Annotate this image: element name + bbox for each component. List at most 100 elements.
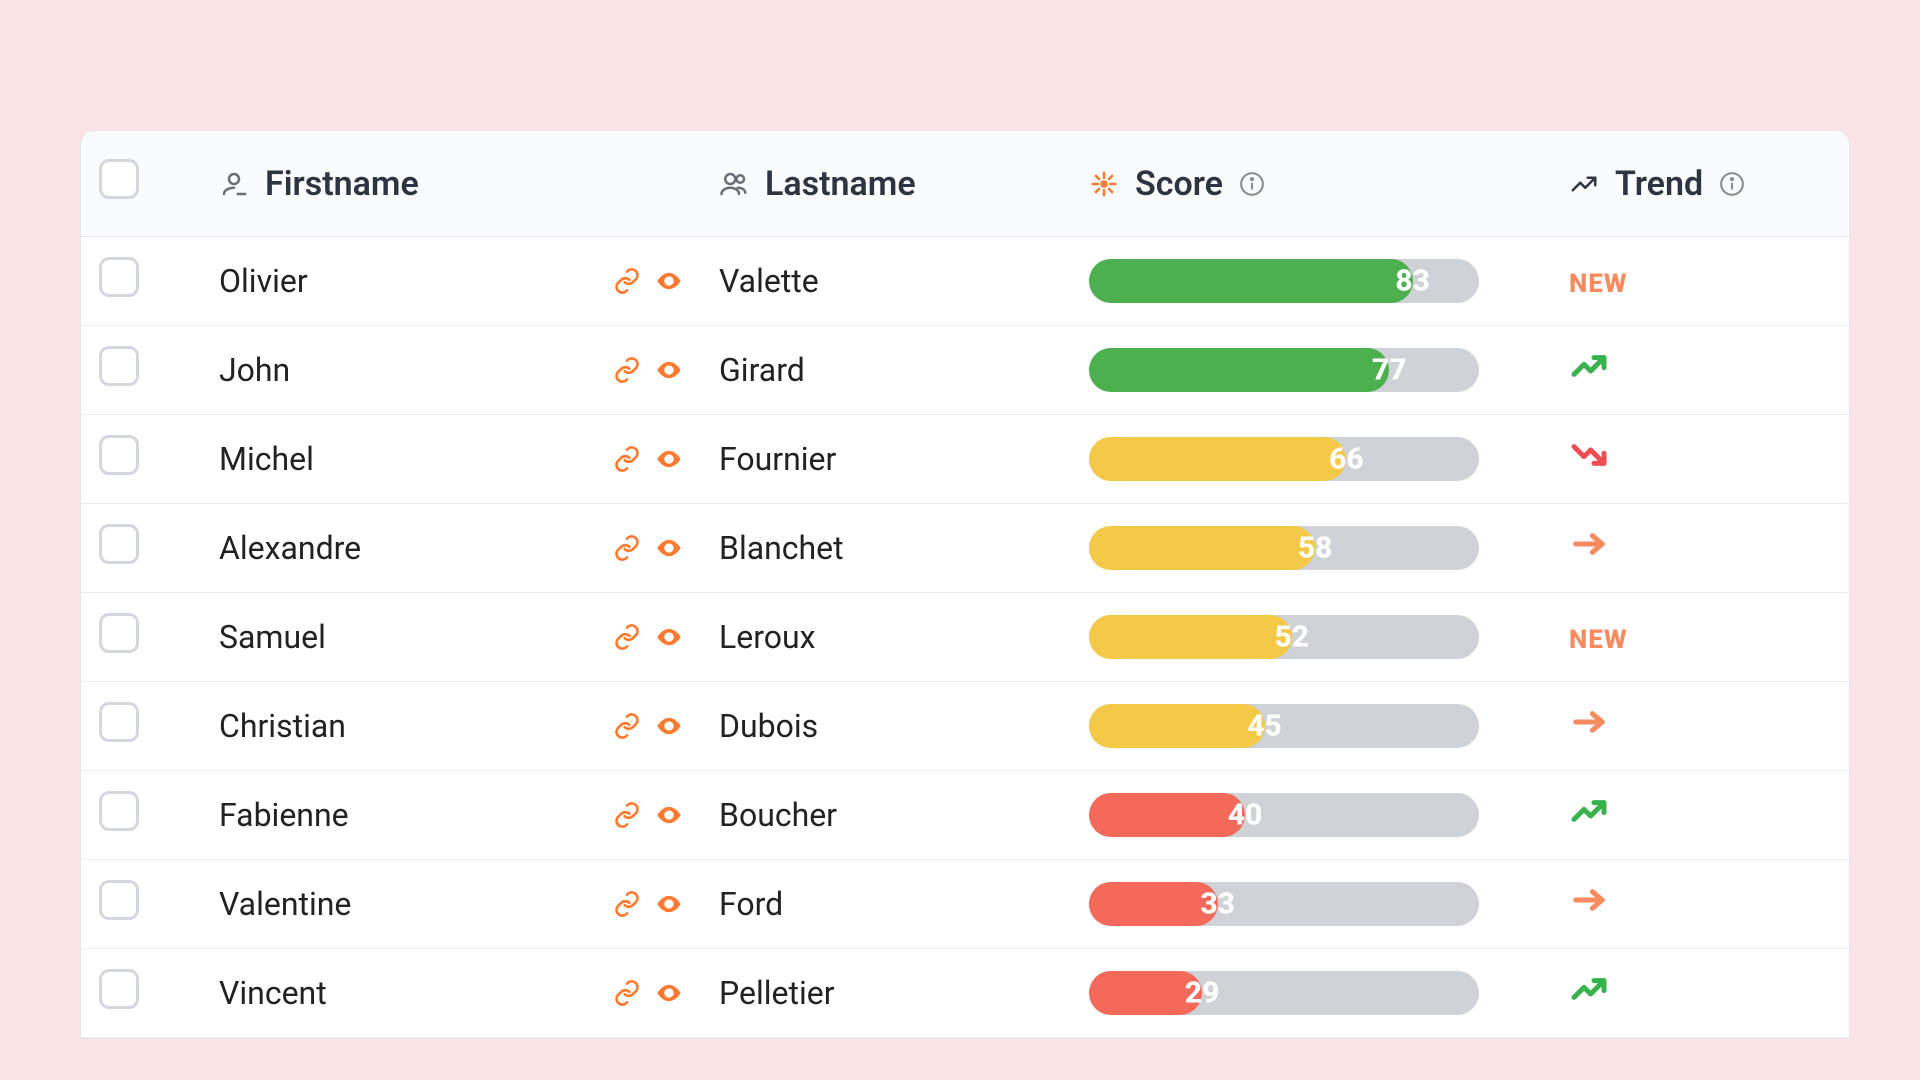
eye-icon[interactable] <box>655 356 683 384</box>
score-value: 29 <box>1185 976 1220 1011</box>
link-icon[interactable] <box>613 356 641 384</box>
score-value: 77 <box>1372 353 1407 388</box>
score-value: 58 <box>1298 531 1333 566</box>
person-icon <box>219 169 249 199</box>
score-value: 83 <box>1395 264 1430 299</box>
col-firstname-label: Firstname <box>265 164 419 204</box>
score-bar: 29 <box>1089 971 1479 1015</box>
lastname-value: Fournier <box>719 440 836 478</box>
table-row[interactable]: Fabienne Boucher 40 <box>81 771 1850 860</box>
trend-flat-icon <box>1569 524 1609 564</box>
score-value: 66 <box>1329 442 1364 477</box>
col-score[interactable]: Score <box>1071 131 1551 237</box>
row-checkbox[interactable] <box>99 969 139 1009</box>
lastname-value: Boucher <box>719 796 837 834</box>
trend-icon <box>1569 169 1599 199</box>
col-score-label: Score <box>1135 164 1223 204</box>
link-icon[interactable] <box>613 534 641 562</box>
trend-down-icon <box>1569 435 1609 475</box>
col-trend-label: Trend <box>1615 164 1703 204</box>
score-value: 40 <box>1228 798 1263 833</box>
trend-up-icon <box>1569 791 1609 831</box>
trend-up-icon <box>1569 346 1609 386</box>
score-bar: 40 <box>1089 793 1479 837</box>
trend-new-badge: NEW <box>1569 269 1628 299</box>
link-icon[interactable] <box>613 623 641 651</box>
table-row[interactable]: Michel Fournier 66 <box>81 415 1850 504</box>
row-checkbox[interactable] <box>99 791 139 831</box>
eye-icon[interactable] <box>655 890 683 918</box>
eye-icon[interactable] <box>655 623 683 651</box>
firstname-value: Samuel <box>219 618 613 656</box>
target-icon <box>1089 169 1119 199</box>
firstname-value: Alexandre <box>219 529 613 567</box>
data-table: Firstname Lastname <box>81 131 1850 1038</box>
lastname-value: Leroux <box>719 618 816 656</box>
lastname-value: Girard <box>719 351 805 389</box>
score-bar: 83 <box>1089 259 1479 303</box>
select-all-checkbox[interactable] <box>99 159 139 199</box>
table-row[interactable]: Valentine Ford 33 <box>81 860 1850 949</box>
table-row[interactable]: Christian Dubois 45 <box>81 682 1850 771</box>
firstname-value: Vincent <box>219 974 613 1012</box>
score-value: 52 <box>1274 620 1309 655</box>
eye-icon[interactable] <box>655 445 683 473</box>
score-bar: 52 <box>1089 615 1479 659</box>
data-table-card: Firstname Lastname <box>80 130 1850 1039</box>
link-icon[interactable] <box>613 979 641 1007</box>
people-icon <box>719 169 749 199</box>
trend-flat-icon <box>1569 702 1609 742</box>
info-icon[interactable] <box>1239 171 1265 197</box>
firstname-value: John <box>219 351 613 389</box>
firstname-value: Michel <box>219 440 613 478</box>
score-bar: 45 <box>1089 704 1479 748</box>
link-icon[interactable] <box>613 801 641 829</box>
row-checkbox[interactable] <box>99 257 139 297</box>
link-icon[interactable] <box>613 890 641 918</box>
score-bar: 58 <box>1089 526 1479 570</box>
col-select <box>81 131 201 237</box>
score-bar: 33 <box>1089 882 1479 926</box>
row-checkbox[interactable] <box>99 346 139 386</box>
col-trend[interactable]: Trend <box>1551 131 1850 237</box>
table-row[interactable]: Samuel Leroux 52 NEW <box>81 593 1850 682</box>
firstname-value: Valentine <box>219 885 613 923</box>
link-icon[interactable] <box>613 267 641 295</box>
eye-icon[interactable] <box>655 534 683 562</box>
table-row[interactable]: Olivier Valette 83 NEW <box>81 237 1850 326</box>
trend-new-badge: NEW <box>1569 625 1628 655</box>
row-checkbox[interactable] <box>99 435 139 475</box>
table-row[interactable]: Alexandre Blanchet 58 <box>81 504 1850 593</box>
col-firstname[interactable]: Firstname <box>201 131 701 237</box>
score-bar: 66 <box>1089 437 1479 481</box>
row-checkbox[interactable] <box>99 880 139 920</box>
row-checkbox[interactable] <box>99 524 139 564</box>
firstname-value: Christian <box>219 707 613 745</box>
score-value: 45 <box>1247 709 1282 744</box>
lastname-value: Valette <box>719 262 819 300</box>
lastname-value: Ford <box>719 885 783 923</box>
lastname-value: Dubois <box>719 707 818 745</box>
table-row[interactable]: John Girard 77 <box>81 326 1850 415</box>
score-bar: 77 <box>1089 348 1479 392</box>
lastname-value: Blanchet <box>719 529 844 567</box>
eye-icon[interactable] <box>655 267 683 295</box>
eye-icon[interactable] <box>655 801 683 829</box>
col-lastname[interactable]: Lastname <box>701 131 1071 237</box>
row-checkbox[interactable] <box>99 702 139 742</box>
eye-icon[interactable] <box>655 979 683 1007</box>
table-header-row: Firstname Lastname <box>81 131 1850 237</box>
firstname-value: Fabienne <box>219 796 613 834</box>
row-checkbox[interactable] <box>99 613 139 653</box>
link-icon[interactable] <box>613 712 641 740</box>
firstname-value: Olivier <box>219 262 613 300</box>
trend-up-icon <box>1569 969 1609 1009</box>
eye-icon[interactable] <box>655 712 683 740</box>
trend-flat-icon <box>1569 880 1609 920</box>
table-row[interactable]: Vincent Pelletier 29 <box>81 949 1850 1038</box>
col-lastname-label: Lastname <box>765 164 916 204</box>
info-icon[interactable] <box>1719 171 1745 197</box>
lastname-value: Pelletier <box>719 974 835 1012</box>
score-value: 33 <box>1200 887 1235 922</box>
link-icon[interactable] <box>613 445 641 473</box>
